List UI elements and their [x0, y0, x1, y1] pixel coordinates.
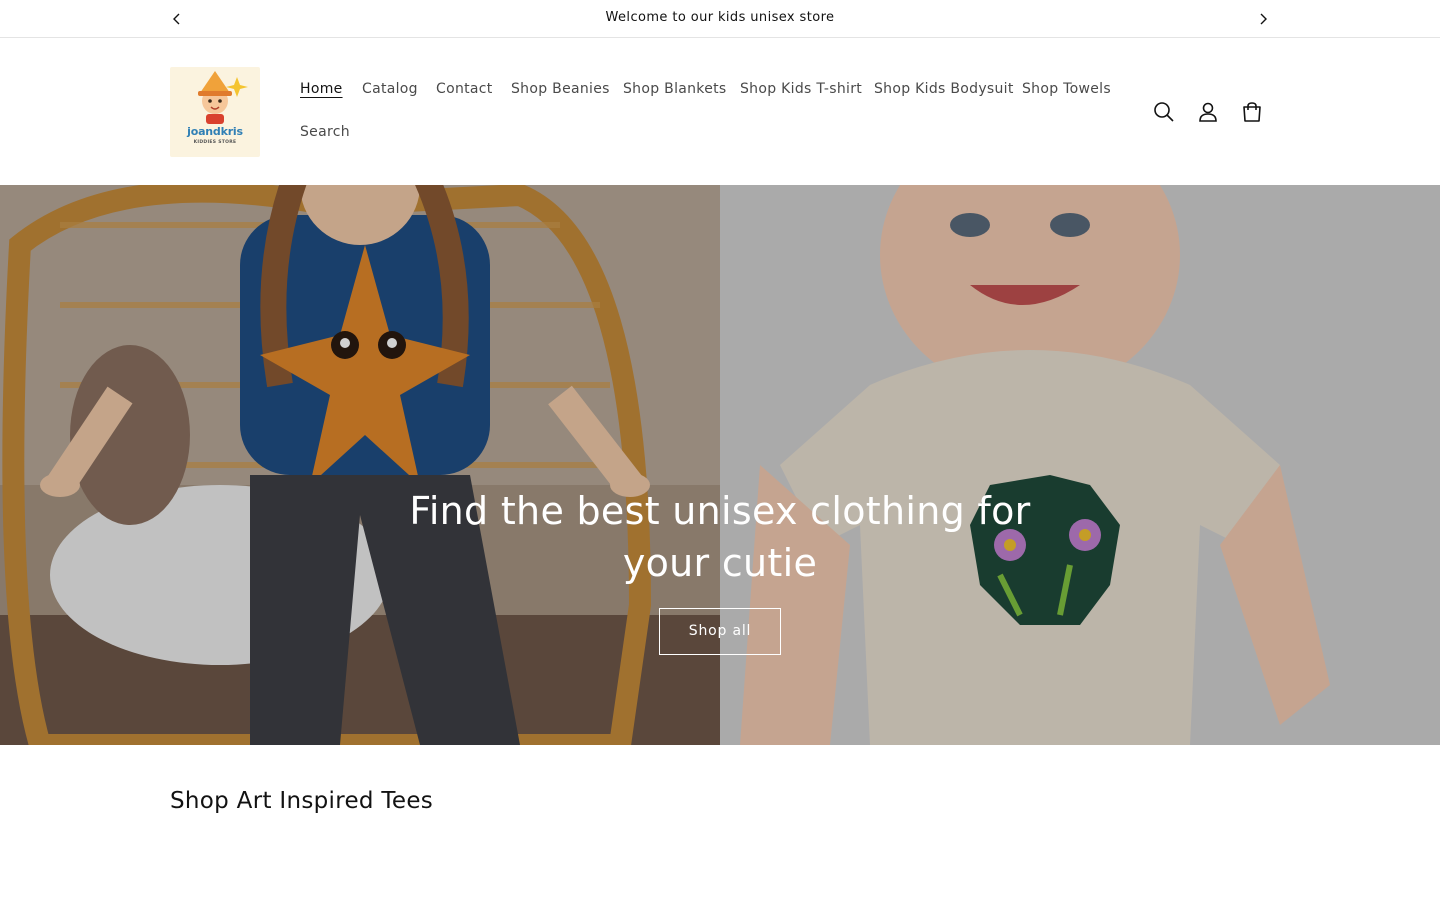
hero-overlay [0, 185, 1440, 745]
nav-item-shop-towels[interactable]: Shop Towels [1022, 81, 1111, 97]
nav-item-home[interactable]: Home [300, 81, 343, 97]
nav-item-search[interactable]: Search [300, 124, 350, 140]
search-icon [1154, 102, 1174, 122]
announcement-bar: Welcome to our kids unisex store [0, 0, 1440, 38]
nav-item-shop-kids-tshirt[interactable]: Shop Kids T-shirt [740, 81, 862, 97]
logo-tagline-text: KIDDIES STORE [193, 140, 237, 145]
header-cart-button[interactable] [1237, 97, 1267, 127]
account-icon [1199, 102, 1217, 122]
logo-brand-text: joandkris [187, 125, 243, 138]
shop-all-button[interactable]: Shop all [659, 608, 781, 655]
nav-item-shop-beanies[interactable]: Shop Beanies [511, 81, 610, 97]
nav-item-shop-blankets[interactable]: Shop Blankets [623, 81, 727, 97]
hero-heading: Find the best unisex clothing for your c… [409, 489, 1031, 585]
announcement-text: Welcome to our kids unisex store [605, 10, 835, 25]
header-account-button[interactable] [1193, 97, 1223, 127]
announcement-next-button[interactable] [1252, 8, 1274, 30]
nav-item-contact[interactable]: Contact [436, 81, 493, 97]
chevron-right-icon [1260, 13, 1267, 25]
nav-item-shop-kids-bodysuit[interactable]: Shop Kids Bodysuit [874, 81, 1014, 97]
hero-banner: Find the best unisex clothing for your c… [0, 185, 1440, 745]
section-heading: Shop Art Inspired Tees [170, 788, 434, 814]
cart-icon [1243, 102, 1261, 122]
mascot-logo-icon [198, 71, 248, 124]
nav-item-catalog[interactable]: Catalog [362, 81, 418, 97]
header-search-button[interactable] [1149, 97, 1179, 127]
site-header: joandkris KIDDIES STORE Home Catalog Con… [0, 39, 1440, 185]
store-logo[interactable]: joandkris KIDDIES STORE [170, 67, 260, 157]
